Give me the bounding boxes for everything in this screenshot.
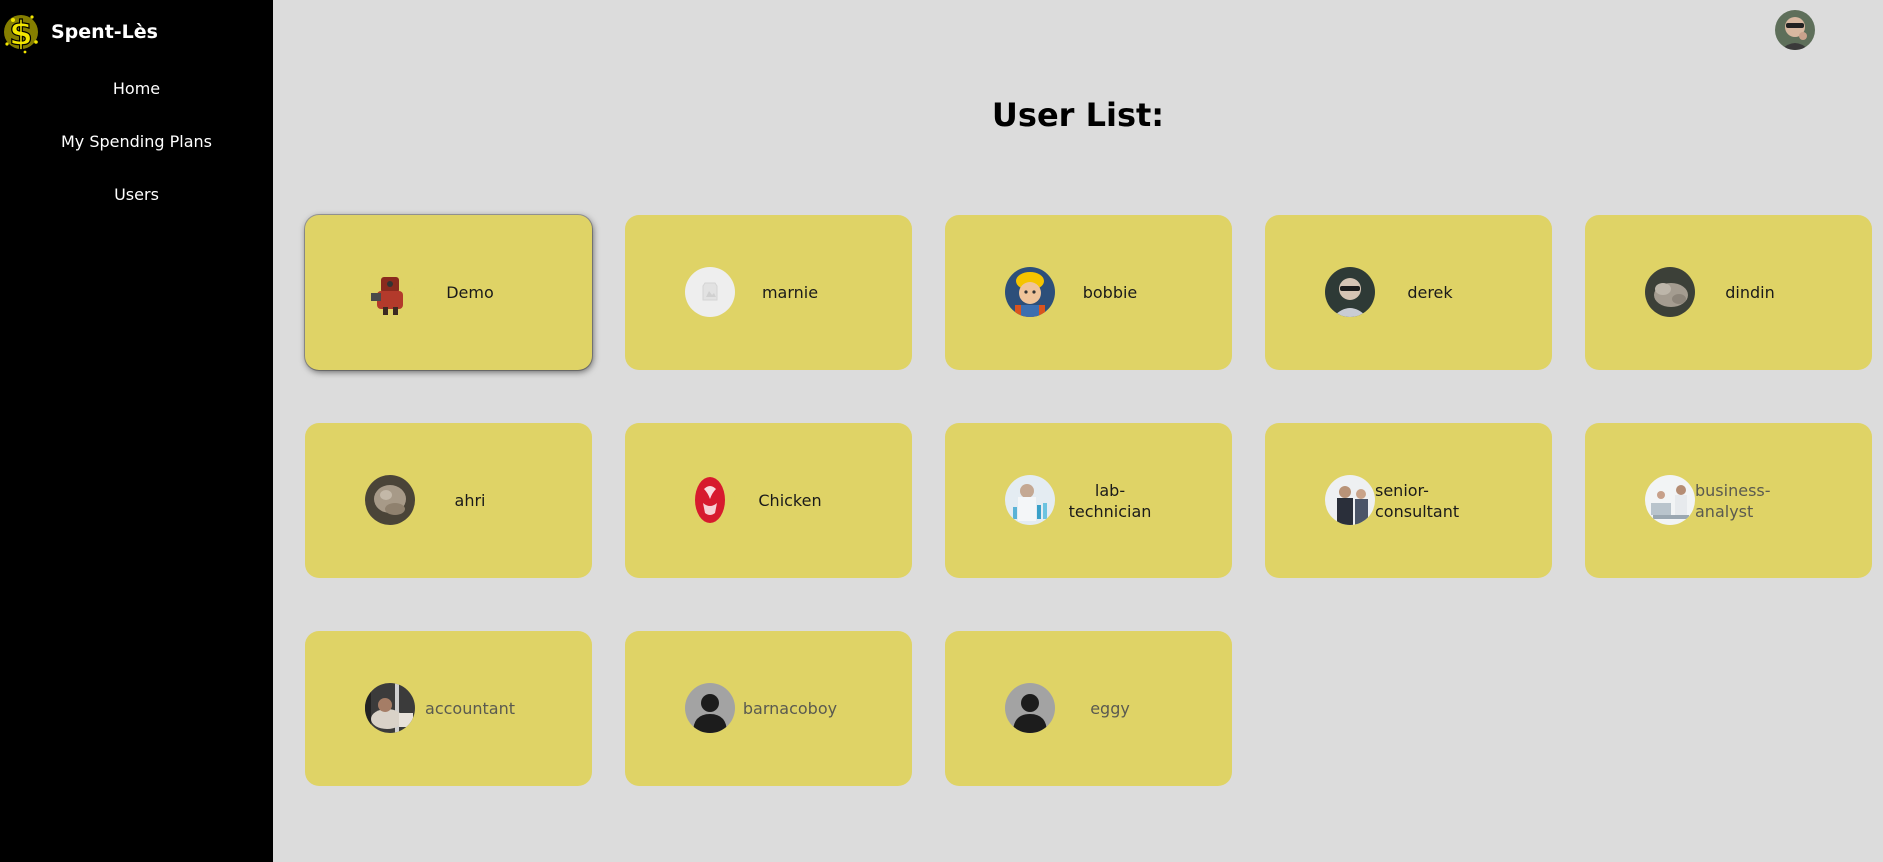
user-name: derek [1407,283,1453,302]
user-card-eggy[interactable]: eggy [945,631,1232,786]
default-user-icon [1005,683,1055,733]
app-title: Spent-Lès [51,21,158,43]
user-card-lab-technician[interactable]: lab-technician [945,423,1232,578]
user-name: marnie [761,283,819,302]
profile-avatar-icon[interactable] [1775,10,1815,50]
user-name: barnacoboy [742,699,838,718]
lab-photo-icon [1005,475,1055,525]
chicken-logo-icon [685,475,735,525]
user-name: lab-technician [1068,480,1152,521]
app-root: $ Spent-Lès Home My Spending Plans Users… [0,0,1883,862]
user-name: business-analyst [1695,480,1771,521]
office-photo-icon [1645,475,1695,525]
placeholder-image-icon [685,267,735,317]
office-photo-icon [365,683,415,733]
animal-photo-icon [365,475,415,525]
user-card-business-analyst[interactable]: business-analyst [1585,423,1872,578]
nav-my-spending-plans[interactable]: My Spending Plans [0,132,273,151]
user-card-senior-consultant[interactable]: senior-consultant [1265,423,1552,578]
user-card-chicken[interactable]: Chicken [625,423,912,578]
animal-photo-icon [1645,267,1695,317]
user-name: ahri [454,491,486,510]
user-name: senior-consultant [1375,480,1460,521]
user-name: accountant [425,699,515,718]
builder-character-icon [1005,267,1055,317]
user-card-barnacoboy[interactable]: barnacoboy [625,631,912,786]
dollar-logo-icon: $ [1,8,43,56]
svg-text:$: $ [9,14,33,54]
default-user-icon [685,683,735,733]
nav-home[interactable]: Home [0,79,273,98]
user-card-dindin[interactable]: dindin [1585,215,1872,370]
brand[interactable]: $ Spent-Lès [0,4,158,60]
user-card-marnie[interactable]: marnie [625,215,912,370]
user-card-demo[interactable]: Demo [305,215,592,370]
person-photo-icon [1325,267,1375,317]
user-name: Demo [446,283,494,302]
user-name: bobbie [1082,283,1138,302]
user-card-ahri[interactable]: ahri [305,423,592,578]
page-title: User List: [991,96,1165,134]
user-card-derek[interactable]: derek [1265,215,1552,370]
user-name: eggy [1090,699,1130,718]
user-name: Chicken [758,491,822,510]
sidebar: $ Spent-Lès Home My Spending Plans Users [0,0,273,862]
user-card-bobbie[interactable]: bobbie [945,215,1232,370]
user-card-accountant[interactable]: accountant [305,631,592,786]
robot-character-icon [365,267,415,317]
nav-users[interactable]: Users [0,185,273,204]
office-photo-icon [1325,475,1375,525]
user-name: dindin [1725,283,1775,302]
